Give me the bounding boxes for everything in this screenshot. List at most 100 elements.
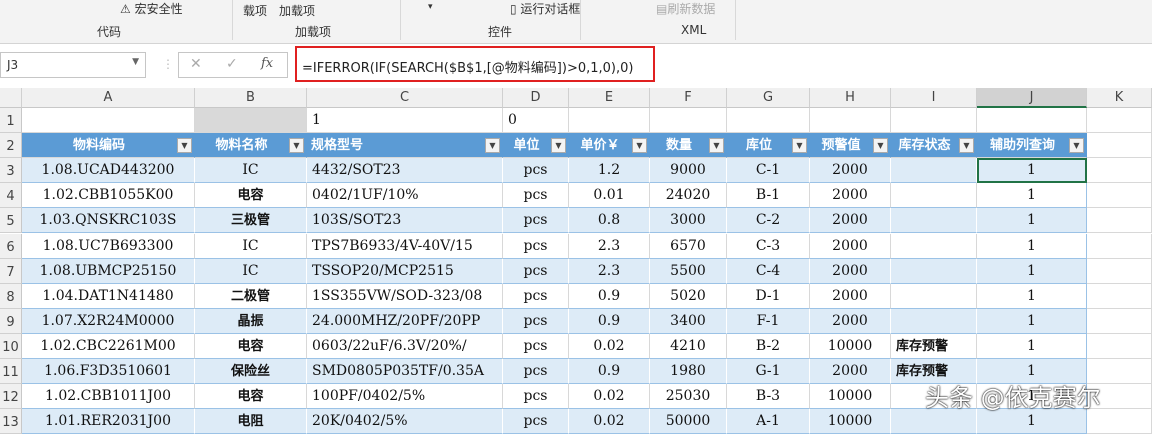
- table-cell[interactable]: pcs: [503, 258, 569, 284]
- addins-button[interactable]: 加载项: [279, 2, 315, 19]
- cell-H1[interactable]: [810, 108, 891, 133]
- row-header-1[interactable]: 1: [0, 108, 22, 133]
- table-cell[interactable]: 0.9: [569, 283, 650, 309]
- table-cell[interactable]: 3400: [650, 308, 727, 334]
- table-cell[interactable]: 1980: [650, 359, 727, 384]
- chevron-down-icon[interactable]: ▼: [132, 57, 139, 67]
- table-cell[interactable]: 10000: [810, 409, 891, 434]
- column-header-F[interactable]: F: [650, 88, 727, 108]
- table-cell[interactable]: 0.02: [569, 409, 650, 434]
- table-cell[interactable]: 1.04.DAT1N41480: [22, 283, 195, 309]
- table-cell[interactable]: 1: [977, 183, 1087, 209]
- table-cell[interactable]: TSSOP20/MCP2515: [307, 258, 503, 284]
- table-cell[interactable]: 5500: [650, 258, 727, 284]
- table-cell[interactable]: 1: [977, 158, 1087, 184]
- table-cell[interactable]: IC: [195, 258, 307, 284]
- cell-A1[interactable]: [22, 108, 195, 133]
- cancel-icon[interactable]: ✕: [190, 56, 202, 72]
- table-cell[interactable]: 0.8: [569, 208, 650, 234]
- refresh-data-button[interactable]: ▤刷新数据: [656, 0, 715, 17]
- table-cell[interactable]: 1: [977, 233, 1087, 259]
- table-cell[interactable]: pcs: [503, 158, 569, 184]
- table-cell[interactable]: pcs: [503, 409, 569, 434]
- select-all-button[interactable]: [0, 88, 22, 108]
- filter-dropdown-icon[interactable]: ▼: [485, 138, 500, 154]
- table-cell[interactable]: 电容: [195, 384, 307, 410]
- table-cell[interactable]: B-1: [727, 183, 810, 209]
- column-header-J[interactable]: J: [977, 88, 1087, 108]
- table-cell[interactable]: 1SS355VW/SOD-323/08: [307, 283, 503, 309]
- table-cell[interactable]: C-2: [727, 208, 810, 234]
- table-cell[interactable]: pcs: [503, 233, 569, 259]
- cell-K5[interactable]: [1087, 208, 1152, 234]
- row-header-12[interactable]: 12: [0, 384, 22, 410]
- table-cell[interactable]: C-3: [727, 233, 810, 259]
- table-cell[interactable]: 2.3: [569, 233, 650, 259]
- table-cell[interactable]: 电容: [195, 333, 307, 359]
- table-cell[interactable]: 2000: [810, 233, 891, 259]
- table-cell[interactable]: 保险丝: [195, 359, 307, 384]
- table-cell[interactable]: 1.02.CBB1055K00: [22, 183, 195, 209]
- table-cell[interactable]: 1.01.RER2031J00: [22, 409, 195, 434]
- column-header-A[interactable]: A: [22, 88, 195, 108]
- table-cell[interactable]: 24.000MHZ/20PF/20PP: [307, 308, 503, 334]
- column-header-H[interactable]: H: [810, 88, 891, 108]
- row-header-8[interactable]: 8: [0, 283, 22, 309]
- cell-K7[interactable]: [1087, 258, 1152, 284]
- cell-F1[interactable]: [650, 108, 727, 133]
- table-cell[interactable]: pcs: [503, 283, 569, 309]
- cell-J1[interactable]: [977, 108, 1087, 133]
- table-cell[interactable]: 0.02: [569, 384, 650, 410]
- row-header-2[interactable]: 2: [0, 133, 22, 159]
- table-cell[interactable]: 1.07.X2R24M0000: [22, 308, 195, 334]
- row-header-11[interactable]: 11: [0, 359, 22, 384]
- row-header-10[interactable]: 10: [0, 333, 22, 359]
- table-cell[interactable]: 3000: [650, 208, 727, 234]
- table-cell[interactable]: 1: [977, 308, 1087, 334]
- dropdown-arrow-icon[interactable]: ▾: [428, 2, 433, 12]
- column-header-E[interactable]: E: [569, 88, 650, 108]
- table-cell[interactable]: pcs: [503, 308, 569, 334]
- table-cell[interactable]: 0.9: [569, 308, 650, 334]
- table-cell[interactable]: 2.3: [569, 258, 650, 284]
- cell-K3[interactable]: [1087, 158, 1152, 184]
- filter-dropdown-icon[interactable]: ▼: [709, 138, 724, 154]
- cell-K10[interactable]: [1087, 333, 1152, 359]
- table-cell[interactable]: F-1: [727, 308, 810, 334]
- table-cell[interactable]: 50000: [650, 409, 727, 434]
- column-header-K[interactable]: K: [1087, 88, 1152, 108]
- table-cell[interactable]: 9000: [650, 158, 727, 184]
- table-cell[interactable]: TPS7B6933/4V-40V/15: [307, 233, 503, 259]
- table-cell[interactable]: 1: [977, 333, 1087, 359]
- table-cell[interactable]: 2000: [810, 258, 891, 284]
- table-cell[interactable]: [891, 158, 977, 184]
- table-cell[interactable]: IC: [195, 158, 307, 184]
- cell-K1[interactable]: [1087, 108, 1152, 133]
- table-cell[interactable]: 0.02: [569, 333, 650, 359]
- table-cell[interactable]: 0603/22uF/6.3V/20%/: [307, 333, 503, 359]
- filter-dropdown-icon[interactable]: ▼: [1069, 138, 1084, 154]
- column-header-C[interactable]: C: [307, 88, 503, 108]
- filter-dropdown-icon[interactable]: ▼: [959, 138, 974, 154]
- column-header-D[interactable]: D: [503, 88, 569, 108]
- table-cell[interactable]: D-1: [727, 283, 810, 309]
- filter-dropdown-icon[interactable]: ▼: [289, 138, 304, 154]
- table-cell[interactable]: [891, 308, 977, 334]
- run-dialog-button[interactable]: ▯ 运行对话框: [510, 0, 580, 17]
- cell-K2[interactable]: [1087, 133, 1152, 159]
- filter-dropdown-icon[interactable]: ▼: [551, 138, 566, 154]
- table-cell[interactable]: 10000: [810, 333, 891, 359]
- table-cell[interactable]: 2000: [810, 283, 891, 309]
- table-cell[interactable]: C-4: [727, 258, 810, 284]
- table-cell[interactable]: 1.08.UC7B693300: [22, 233, 195, 259]
- column-header-I[interactable]: I: [891, 88, 977, 108]
- row-header-6[interactable]: 6: [0, 233, 22, 259]
- table-cell[interactable]: 5020: [650, 283, 727, 309]
- table-cell[interactable]: G-1: [727, 359, 810, 384]
- addins-short-button[interactable]: 载项: [243, 2, 267, 19]
- table-cell[interactable]: 103S/SOT23: [307, 208, 503, 234]
- name-box[interactable]: J3 ▼: [0, 52, 146, 78]
- cell-B1[interactable]: [195, 108, 307, 133]
- cell-I1[interactable]: [891, 108, 977, 133]
- row-header-13[interactable]: 13: [0, 409, 22, 434]
